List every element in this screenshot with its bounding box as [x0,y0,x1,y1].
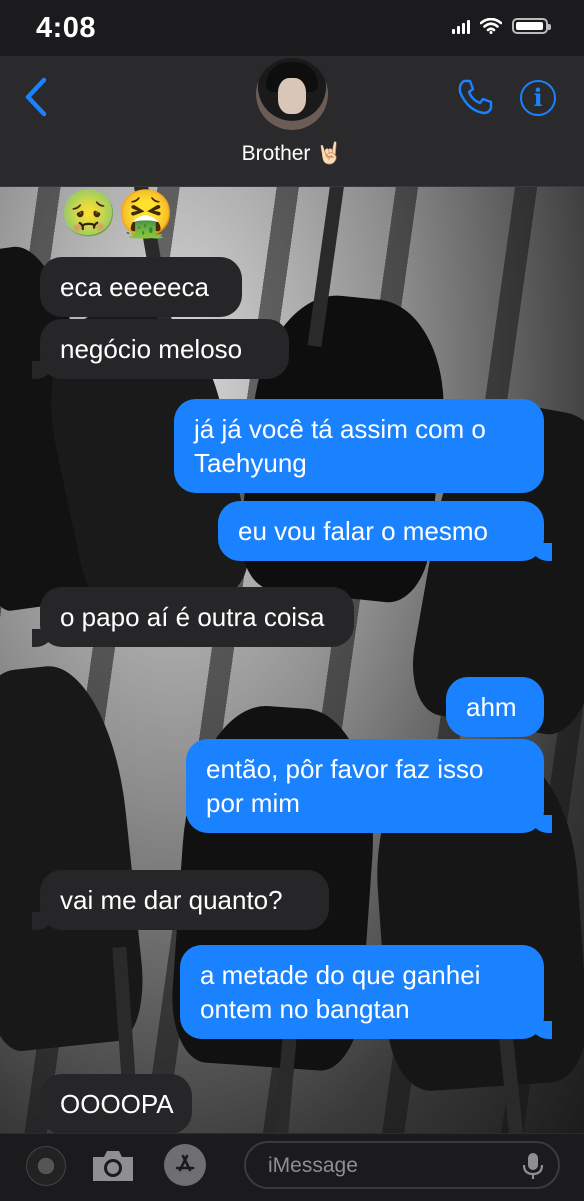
back-chevron-icon[interactable] [20,76,54,118]
app-store-icon[interactable] [164,1144,206,1186]
status-bar: 4:08 [0,0,584,56]
clock: 4:08 [36,12,97,44]
avatar-face [278,78,306,114]
incoming-message[interactable]: o papo aí é outra coisa [32,587,354,647]
incoming-message[interactable]: vai me dar quanto? [32,870,329,930]
contact-avatar[interactable] [256,58,328,130]
microphone-icon[interactable] [518,1151,548,1181]
incoming-message[interactable]: OOOOPA [32,1074,192,1133]
app-store-glyph-icon [175,1154,195,1172]
cellular-signal-icon [452,18,470,34]
message-input-bar [0,1133,584,1201]
phone-icon[interactable] [456,78,494,116]
outgoing-message[interactable]: eu vou falar o mesmo [218,501,552,561]
battery-fill [516,22,543,30]
camera-icon[interactable] [90,1149,136,1183]
outgoing-message[interactable]: ahm [446,677,544,737]
wifi-icon [480,18,502,34]
message-list[interactable]: 🤢🤮 eca eeeeeca negócio meloso já já você… [0,187,584,1133]
outgoing-message[interactable]: a metade do que ganhei ontem no bangtan [180,945,552,1039]
message-input[interactable] [266,1151,510,1181]
memoji-sticker-icon[interactable] [26,1146,66,1186]
message-field[interactable] [244,1141,560,1189]
conversation-header: Brother 🤘🏻 i [0,56,584,187]
outgoing-message[interactable]: então, pôr favor faz isso por mim [186,739,552,833]
emoji-reaction-message: 🤢🤮 [60,187,175,239]
status-icons [452,18,551,34]
battery-icon [512,18,551,34]
contact-name[interactable]: Brother 🤘🏻 [0,142,584,166]
outgoing-message[interactable]: já já você tá assim com o Taehyung [174,399,544,493]
incoming-message[interactable]: negócio meloso [32,319,289,379]
info-icon[interactable]: i [520,80,556,116]
incoming-message[interactable]: eca eeeeeca [40,257,242,317]
